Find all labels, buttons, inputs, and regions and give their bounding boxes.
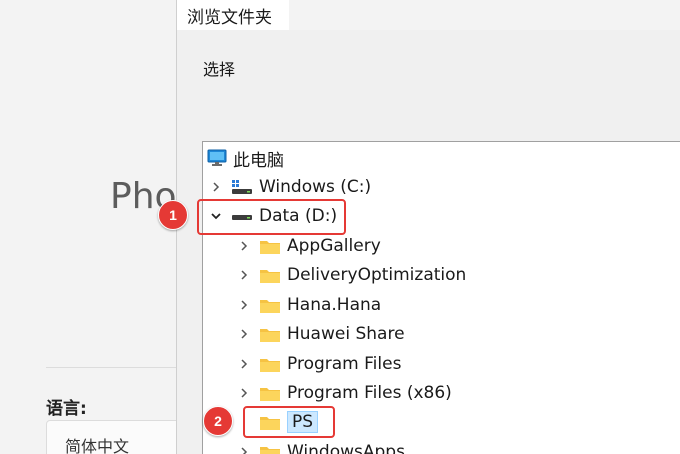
folder-icon: [259, 355, 281, 373]
installer-window: Pho 语言: 简体中文: [0, 0, 186, 454]
tree-item-folder[interactable]: Hana.Hana: [237, 291, 381, 319]
tree-item-folder[interactable]: Huawei Share: [237, 320, 405, 348]
chevron-right-icon[interactable]: [237, 327, 251, 341]
tree-item-folder[interactable]: AppGallery: [237, 232, 381, 260]
folder-icon: [259, 443, 281, 454]
chevron-right-icon[interactable]: [237, 298, 251, 312]
annotation-badge: 2: [203, 406, 233, 436]
language-label: 语言:: [46, 399, 87, 419]
chevron-right-icon[interactable]: [237, 357, 251, 371]
folder-icon: [259, 325, 281, 343]
tree-item-label: Program Files: [287, 354, 402, 374]
chevron-right-icon[interactable]: [237, 386, 251, 400]
windows-drive-icon: [231, 178, 253, 196]
annotation-highlight-ps-folder: [243, 406, 335, 438]
dialog-prompt: 选择: [203, 60, 236, 79]
dialog-title: 浏览文件夹: [187, 8, 272, 28]
tree-item-label: DeliveryOptimization: [287, 265, 467, 285]
annotation-badge: 1: [158, 200, 188, 230]
chevron-right-icon[interactable]: [237, 268, 251, 282]
annotation-highlight-data-drive: [197, 199, 346, 235]
divider: [46, 367, 176, 368]
folder-icon: [259, 266, 281, 284]
folder-icon: [259, 384, 281, 402]
tree-item-folder[interactable]: DeliveryOptimization: [237, 261, 466, 289]
tree-item-label: AppGallery: [287, 236, 381, 256]
chevron-right-icon[interactable]: [237, 445, 251, 454]
language-select[interactable]: 简体中文: [46, 420, 186, 454]
tree-item-windows-c[interactable]: Windows (C:): [209, 173, 371, 201]
tree-item-this-pc[interactable]: 此电脑: [207, 144, 284, 172]
tree-item-label: Hana.Hana: [287, 295, 382, 315]
computer-icon: [207, 149, 227, 167]
tree-item-label: Windows (C:): [259, 177, 372, 197]
tree-item-label: Program Files (x86): [287, 383, 452, 403]
tree-item-label: Huawei Share: [287, 324, 405, 344]
tree-item-folder[interactable]: Program Files: [237, 350, 401, 378]
chevron-right-icon[interactable]: [237, 239, 251, 253]
tree-item-folder[interactable]: Program Files (x86): [237, 379, 452, 407]
tree-item-label: WindowsApps: [287, 442, 405, 454]
tree-item-folder[interactable]: WindowsApps: [237, 438, 405, 454]
chevron-right-icon[interactable]: [209, 180, 223, 194]
dialog-titlebar-rest: [289, 0, 680, 30]
tree-item-label: 此电脑: [233, 150, 284, 171]
folder-icon: [259, 237, 281, 255]
folder-icon: [259, 296, 281, 314]
